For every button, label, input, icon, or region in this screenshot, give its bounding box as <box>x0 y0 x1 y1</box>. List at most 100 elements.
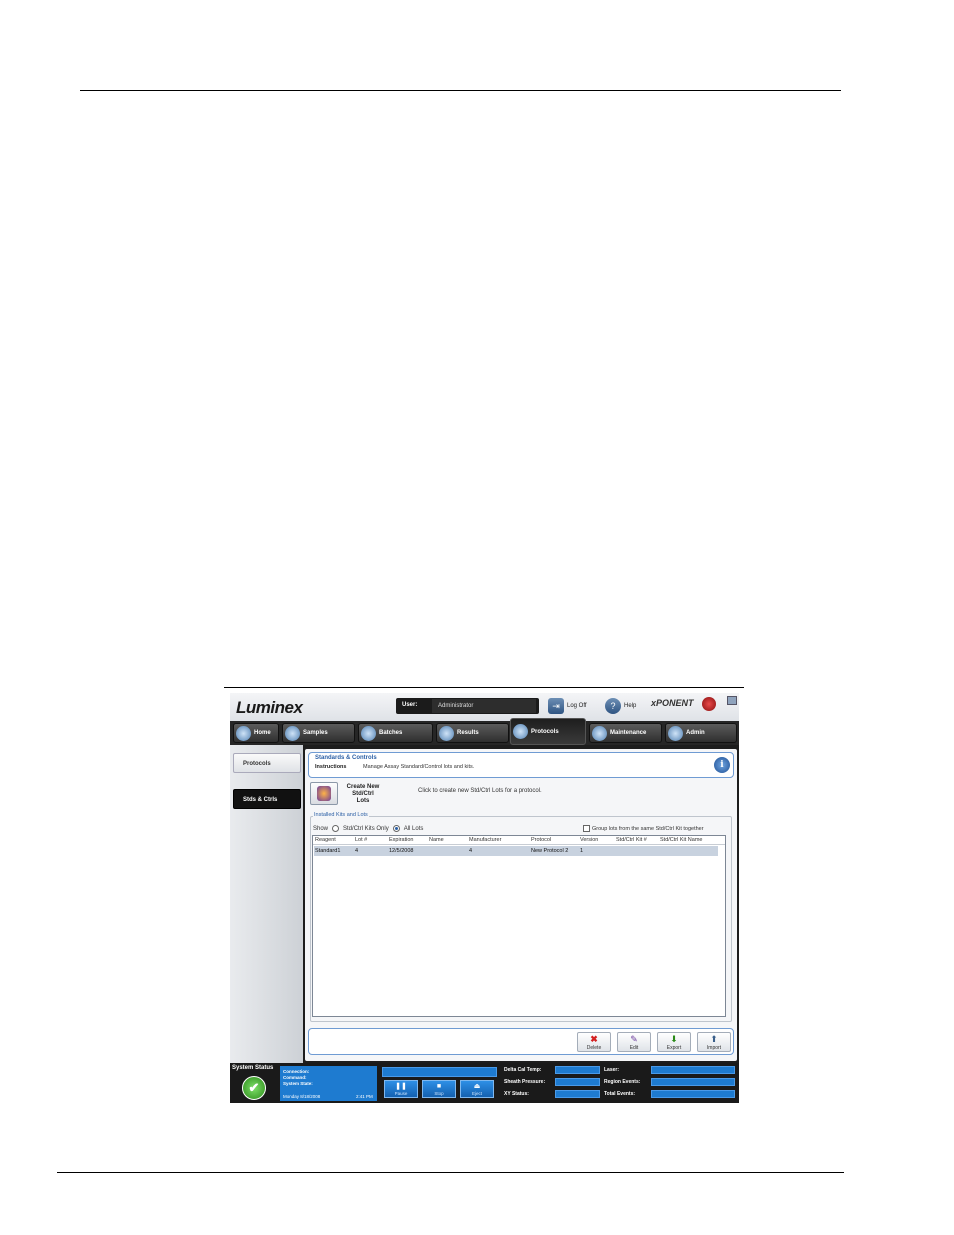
tab-home[interactable]: Home <box>233 723 279 743</box>
delta-cal-temp-meter <box>555 1066 600 1074</box>
admin-icon <box>668 725 683 741</box>
tab-batches[interactable]: Batches <box>358 723 433 743</box>
logoff-label: Log Off <box>567 703 587 709</box>
column-header[interactable]: Lot # <box>355 837 367 843</box>
stop-icon: ■ <box>436 1083 442 1090</box>
tab-maintenance[interactable]: Maintenance <box>589 723 662 743</box>
help-label: Help <box>624 703 637 709</box>
protocols-icon <box>513 724 528 739</box>
lots-table: Reagent Lot # Expiration Name Manufactur… <box>312 835 726 1017</box>
create-new-label-line1: Create New Std/Ctrl <box>346 784 380 797</box>
delete-button[interactable]: ✖ Delete <box>577 1032 611 1052</box>
info-icon[interactable]: i <box>714 757 730 773</box>
screenshot-top-rule <box>224 687 744 688</box>
pause-icon: ❚❚ <box>395 1083 407 1090</box>
region-events-label: Region Events: <box>604 1079 641 1085</box>
results-icon <box>439 725 454 741</box>
xy-status-label: XY Status: <box>504 1091 529 1097</box>
luminex-logo: Luminex <box>236 698 303 717</box>
group-lots-label: Group lots from the same Std/Ctrl Kit to… <box>592 825 704 832</box>
header-divider <box>313 844 725 845</box>
page-bottom-rule <box>57 1172 844 1173</box>
column-header[interactable]: Protocol <box>531 837 551 843</box>
top-bar: Luminex User: Administrator ⇥ Log Off ? … <box>230 693 739 721</box>
total-events-label: Total Events: <box>604 1091 636 1097</box>
column-header[interactable]: Std/Ctrl Kit Name <box>660 837 702 843</box>
column-header[interactable]: Manufacturer <box>469 837 501 843</box>
user-label: User: <box>402 702 418 708</box>
tab-protocols-label: Protocols <box>531 728 559 735</box>
column-header[interactable]: Name <box>429 837 444 843</box>
instructions-text: Manage Assay Standard/Control lots and k… <box>363 764 475 770</box>
tab-admin[interactable]: Admin <box>665 723 737 743</box>
radio-all-lots[interactable] <box>392 825 400 832</box>
show-label: Show <box>313 825 329 832</box>
user-box: User: Administrator <box>396 698 539 714</box>
xponent-brand: xPONENT <box>651 698 694 708</box>
stop-button[interactable]: ■ Stop <box>422 1080 456 1098</box>
stop-label: Stop <box>434 1091 444 1096</box>
radio-kits-only-label: Std/Ctrl Kits Only <box>343 825 389 832</box>
import-label: Import <box>706 1045 722 1051</box>
tab-protocols[interactable]: Protocols <box>510 718 586 745</box>
eject-button[interactable]: ⏏ Eject <box>460 1080 494 1098</box>
column-header[interactable]: Expiration <box>389 837 413 843</box>
sidebar-item-stds-ctrls[interactable]: Stds & Ctrls <box>233 789 301 809</box>
tab-home-label: Home <box>254 730 271 736</box>
table-cell: 12/5/2008 <box>389 848 414 854</box>
total-events-meter <box>651 1090 735 1098</box>
page-top-rule <box>80 90 841 91</box>
connection-panel: Connection: Command: System State: Monda… <box>280 1066 377 1101</box>
table-cell: 4 <box>469 848 473 854</box>
sheath-pressure-meter <box>555 1078 600 1086</box>
page-title: Standards & Controls <box>315 755 377 761</box>
logoff-button[interactable]: ⇥ Log Off <box>548 698 587 714</box>
laser-label: Laser: <box>604 1067 620 1073</box>
system-state-label: System State: <box>283 1081 313 1086</box>
export-button[interactable]: ⬇ Export <box>657 1032 691 1052</box>
pause-button[interactable]: ❚❚ Pause <box>384 1080 418 1098</box>
tab-samples[interactable]: Samples <box>282 723 355 743</box>
table-cell: New Protocol 2 <box>531 848 569 854</box>
command-label: Command: <box>283 1075 307 1080</box>
radio-kits-only[interactable] <box>332 825 340 832</box>
export-icon: ⬇ <box>670 1034 678 1044</box>
instructions-label: Instructions <box>315 764 347 770</box>
edit-button[interactable]: ✎ Edit <box>617 1032 651 1052</box>
table-cell: 1 <box>580 848 584 854</box>
minimize-icon[interactable] <box>727 696 737 705</box>
table-row[interactable] <box>314 846 718 856</box>
tab-maintenance-label: Maintenance <box>610 730 647 736</box>
group-lots-option: Group lots from the same Std/Ctrl Kit to… <box>583 825 704 832</box>
xy-status-meter <box>555 1090 600 1098</box>
sidebar-item-protocols[interactable]: Protocols <box>233 753 301 773</box>
create-lot-icon <box>317 786 331 801</box>
help-button[interactable]: ? Help <box>605 698 636 714</box>
create-new-hint: Click to create new Std/Ctrl Lots for a … <box>418 788 542 794</box>
column-header[interactable]: Std/Ctrl Kit # <box>616 837 647 843</box>
column-header[interactable]: Reagent <box>315 837 336 843</box>
tab-admin-label: Admin <box>686 730 705 736</box>
table-cell: Standard1 <box>315 848 341 854</box>
export-label: Export <box>666 1045 682 1051</box>
main-area: Standards & Controls Instructions Manage… <box>303 745 739 1063</box>
sidebar: Protocols Stds & Ctrls <box>230 745 303 1063</box>
connection-label: Connection: <box>283 1069 310 1074</box>
import-button[interactable]: ⬆ Import <box>697 1032 731 1052</box>
create-new-label: Create New Std/Ctrl Lots <box>341 784 385 805</box>
radio-all-lots-label: All Lots <box>403 825 424 832</box>
group-lots-checkbox[interactable] <box>583 825 590 832</box>
home-icon <box>236 725 251 741</box>
progress-bar <box>382 1067 497 1077</box>
sheath-pressure-label: Sheath Pressure: <box>504 1079 546 1085</box>
tab-results[interactable]: Results <box>436 723 509 743</box>
column-header[interactable]: Version <box>580 837 598 843</box>
pause-label: Pause <box>394 1091 408 1096</box>
create-new-std-ctrl-button[interactable] <box>310 782 338 805</box>
user-field: Administrator <box>432 699 536 713</box>
delta-cal-temp-label: Delta Cal Temp: <box>504 1067 542 1073</box>
show-filter: Show Std/Ctrl Kits Only All Lots <box>313 825 423 832</box>
action-bar: ✖ Delete ✎ Edit ⬇ Export ⬆ Import <box>308 1028 734 1055</box>
help-icon: ? <box>605 698 621 714</box>
status-date: Monday 8/18/2008 <box>283 1094 321 1099</box>
